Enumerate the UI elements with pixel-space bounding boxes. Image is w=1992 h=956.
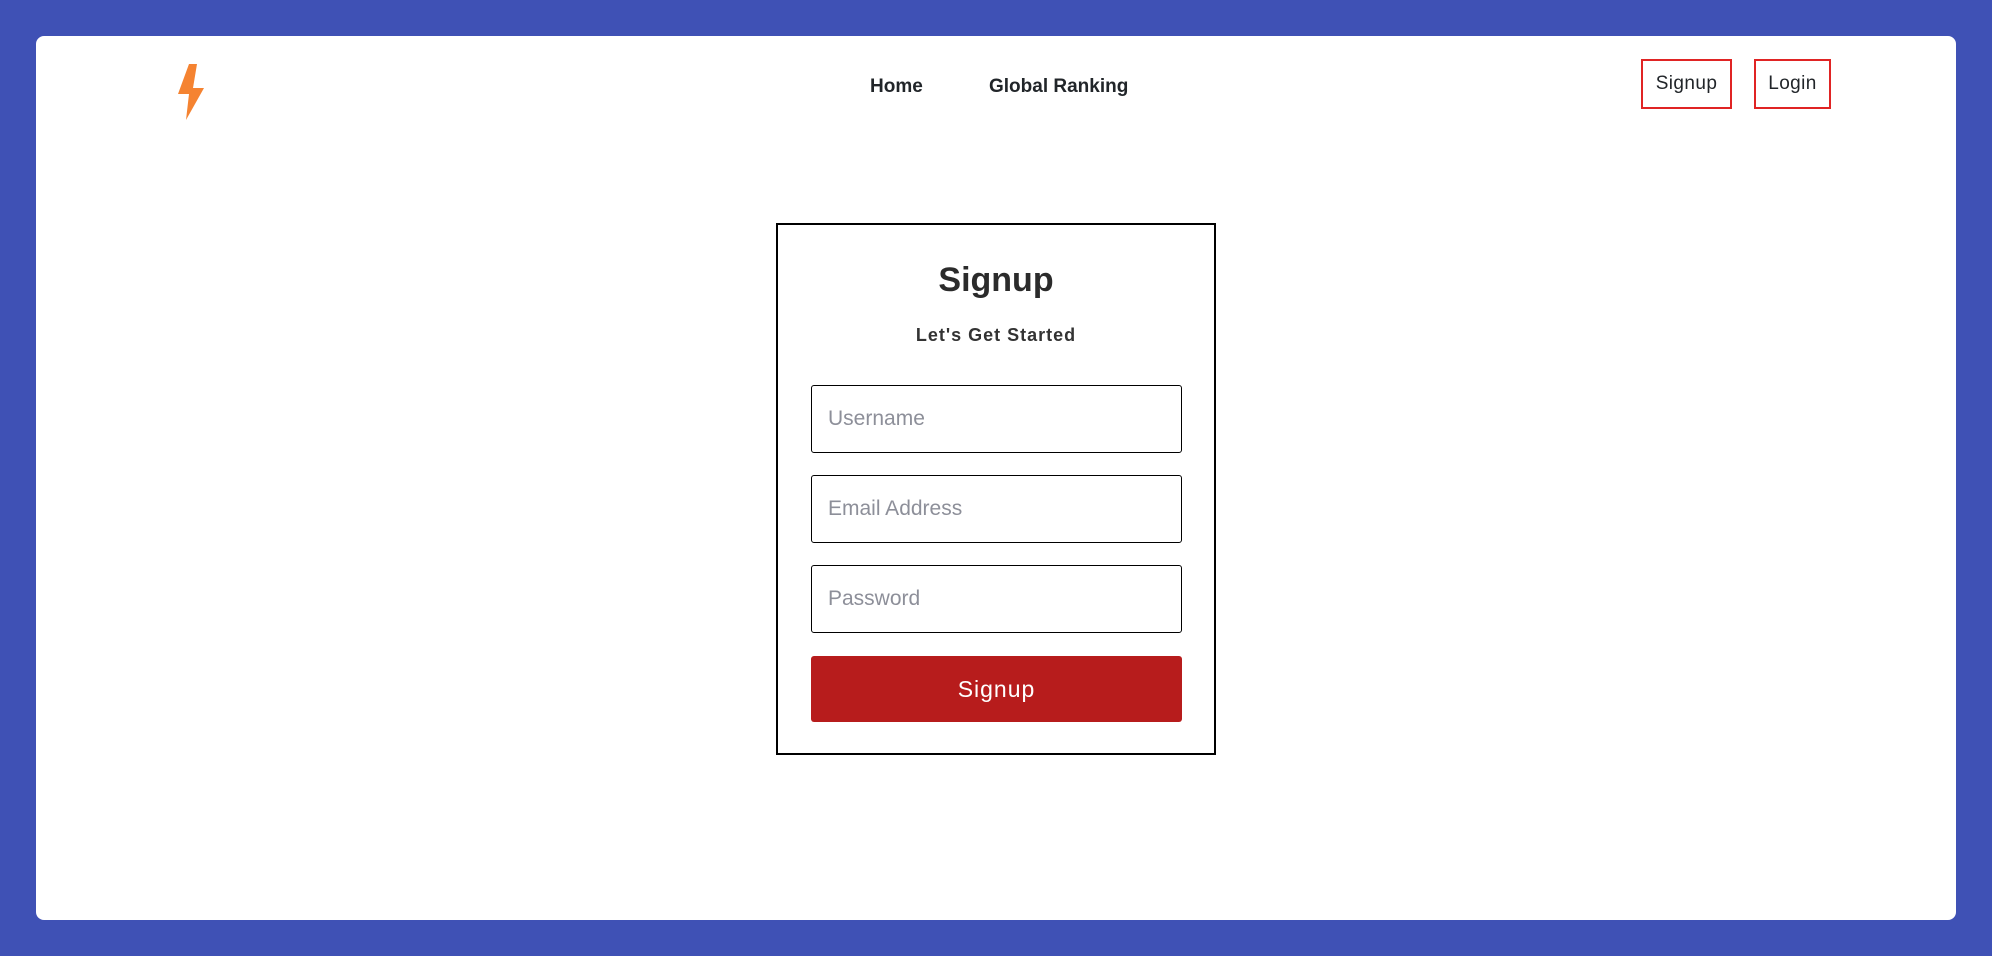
password-input[interactable] (811, 565, 1182, 633)
form-subtitle: Let's Get Started (915, 325, 1077, 345)
email-input[interactable] (811, 475, 1182, 543)
top-navbar: Home Global Ranking Signup Login (36, 36, 1956, 136)
nav-link-global-ranking[interactable]: Global Ranking (989, 76, 1128, 98)
form-title: Signup (938, 261, 1054, 299)
nav-signup-button[interactable]: Signup (1641, 59, 1732, 109)
signup-form: Signup Let's Get Started Signup (776, 223, 1216, 755)
lightning-bolt-icon[interactable] (174, 64, 208, 120)
signup-submit-button[interactable]: Signup (811, 656, 1182, 722)
page-card: Home Global Ranking Signup Login Signup … (36, 36, 1956, 920)
username-input[interactable] (811, 385, 1182, 453)
nav-link-home[interactable]: Home (870, 76, 923, 98)
nav-login-button[interactable]: Login (1754, 59, 1831, 109)
